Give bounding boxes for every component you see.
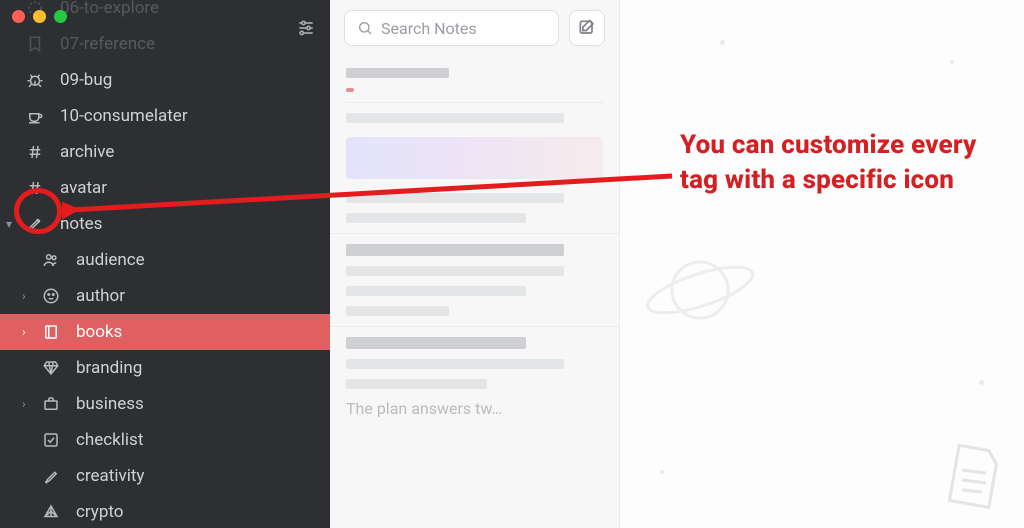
window-traffic-lights (12, 10, 67, 23)
sidebar-item-label: crypto (76, 502, 124, 522)
search-input[interactable]: Search Notes (344, 10, 559, 46)
bookmark-icon (24, 33, 46, 55)
planet-icon (640, 245, 760, 335)
chevron-right-icon: › (22, 289, 34, 303)
sidebar-item-label: avatar (60, 178, 107, 198)
cup-icon (24, 105, 46, 127)
book-icon (40, 321, 62, 343)
sidebar-item-label: 07-reference (60, 34, 155, 54)
sidebar-item-label: books (76, 322, 122, 342)
note-preview[interactable] (346, 337, 603, 389)
sidebar-item-books[interactable]: › books (0, 314, 330, 350)
sidebar-item-07-reference[interactable]: 07-reference (0, 26, 330, 62)
sidebar-item-business[interactable]: › business (0, 386, 330, 422)
pen-icon (24, 213, 46, 235)
sidebar-item-label: 09-bug (60, 70, 112, 90)
compose-icon (577, 18, 597, 38)
search-placeholder: Search Notes (381, 19, 477, 38)
sidebar-item-audience[interactable]: audience (0, 242, 330, 278)
sidebar-item-notes[interactable]: ▾ notes (0, 206, 330, 242)
sidebar-item-label: checklist (76, 430, 143, 450)
sidebar-item-creativity[interactable]: creativity (0, 458, 330, 494)
note-preview[interactable] (346, 68, 603, 223)
notes-list[interactable]: The plan answers tw… (330, 68, 619, 424)
sidebar-item-avatar[interactable]: avatar (0, 170, 330, 206)
bug-icon (24, 69, 46, 91)
document-icon (940, 440, 1004, 512)
sidebar-item-checklist[interactable]: checklist (0, 422, 330, 458)
sidebar-item-label: creativity (76, 466, 144, 486)
sidebar-item-crypto[interactable]: crypto (0, 494, 330, 528)
sidebar-item-archive[interactable]: archive (0, 134, 330, 170)
zoom-icon[interactable] (54, 10, 67, 23)
minimize-icon[interactable] (33, 10, 46, 23)
notes-column: Search Notes The plan answers (330, 0, 620, 528)
sidebar-item-label: business (76, 394, 144, 414)
note-title-truncated: The plan answers tw… (330, 399, 619, 424)
sidebar-item-label: author (76, 286, 125, 306)
sidebar-item-branding[interactable]: branding (0, 350, 330, 386)
sidebar-item-09-bug[interactable]: 09-bug (0, 62, 330, 98)
chevron-right-icon: › (22, 397, 34, 411)
hash-icon (24, 177, 46, 199)
notes-header: Search Notes (330, 0, 619, 58)
chevron-down-icon: ▾ (6, 217, 18, 231)
close-icon[interactable] (12, 10, 25, 23)
people-icon (40, 249, 62, 271)
sidebar-item-label: branding (76, 358, 142, 378)
sidebar-item-label: audience (76, 250, 145, 270)
sidebar-item-label: notes (60, 214, 102, 234)
triangle-icon (40, 501, 62, 523)
hash-icon (24, 141, 46, 163)
diamond-icon (40, 357, 62, 379)
sidebar-item-label: 06-to-explore (60, 0, 159, 18)
sidebar: 06-to-explore 07-reference 09-bug 10-con… (0, 0, 330, 528)
brush-icon (40, 465, 62, 487)
chevron-right-icon: › (22, 325, 34, 339)
sidebar-item-10-consumelater[interactable]: 10-consumelater (0, 98, 330, 134)
sidebar-item-label: 10-consumelater (60, 106, 188, 126)
tag-list: 06-to-explore 07-reference 09-bug 10-con… (0, 0, 330, 528)
sidebar-item-author[interactable]: › author (0, 278, 330, 314)
annotation-text: You can customize every tag with a speci… (680, 128, 1000, 198)
sidebar-item-label: archive (60, 142, 114, 162)
note-preview[interactable] (346, 244, 603, 316)
briefcase-icon (40, 393, 62, 415)
face-icon (40, 285, 62, 307)
search-icon (357, 20, 373, 36)
compose-button[interactable] (569, 10, 605, 46)
check-square-icon (40, 429, 62, 451)
